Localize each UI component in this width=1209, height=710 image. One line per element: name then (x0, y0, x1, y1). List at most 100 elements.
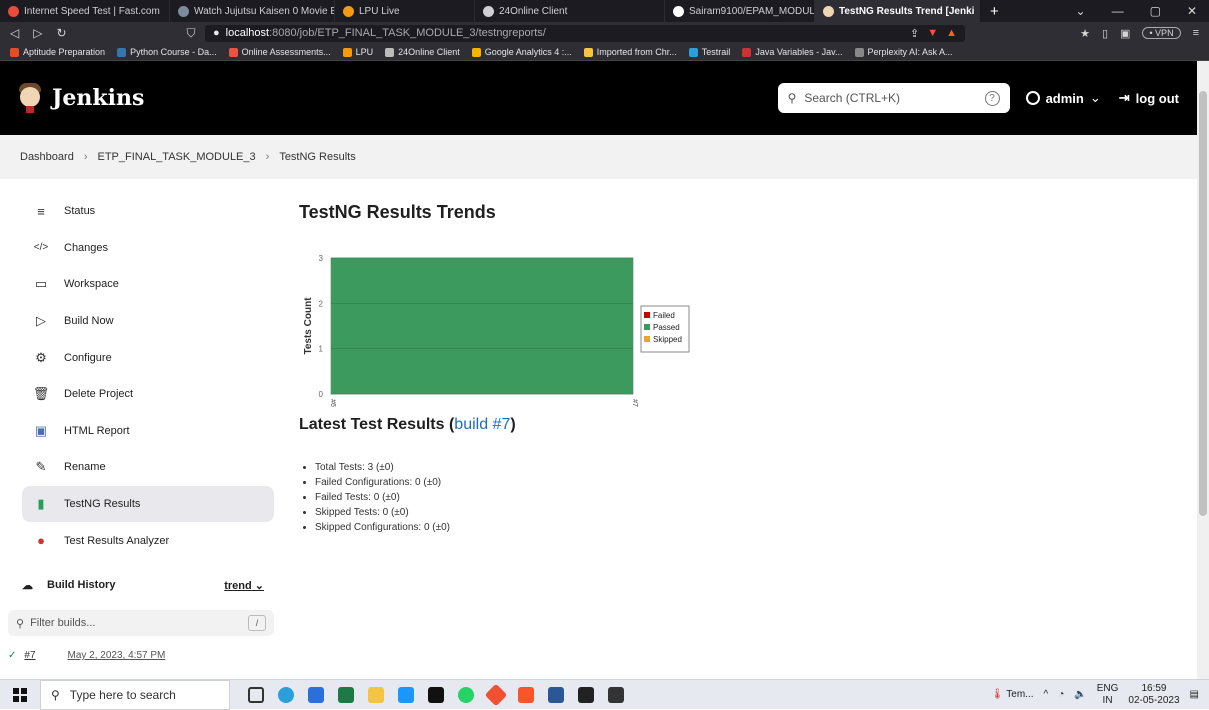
bookmark-icon[interactable]: ⛉ (187, 26, 196, 41)
tab-list-icon[interactable]: ⌄ (1076, 4, 1086, 18)
browser-tab[interactable]: Internet Speed Test | Fast.com (0, 0, 170, 22)
main-content: TestNG Results Trends 0 1 2 3 #6 #7 Tests Coun… (299, 202, 1179, 533)
bookmark-item[interactable]: Perplexity AI: Ask A... (854, 47, 953, 57)
excel-icon[interactable] (338, 686, 354, 703)
sidebar-icon[interactable]: ▯ (1102, 27, 1108, 40)
word-icon[interactable] (548, 686, 564, 703)
bookmark-item[interactable]: Testrail (688, 47, 731, 57)
sidebar-item-testng-results[interactable]: ▮ TestNG Results (22, 485, 274, 523)
language-indicator[interactable]: ENG IN (1097, 683, 1119, 707)
volume-icon[interactable]: 🔈 (1074, 689, 1086, 700)
rewards-icon[interactable]: ▲ (946, 27, 957, 40)
site-info-icon[interactable]: ● (213, 27, 220, 39)
trend-link[interactable]: trend ⌄ (224, 579, 264, 592)
reload-icon[interactable]: ↻ (56, 26, 66, 41)
bookmark-item[interactable]: 24Online Client (385, 47, 460, 57)
new-tab-button[interactable]: + (980, 0, 1009, 22)
address-toolbar: ◁ ▷ ↻ ⛉ ● localhost:8080/job/ETP_FINAL_T… (0, 22, 1209, 44)
testng-icon: ▮ (37, 496, 45, 512)
sidebar-item-build-now[interactable]: ▷ Build Now (22, 303, 274, 340)
whatsapp-icon[interactable] (458, 686, 474, 703)
tab-label: 24Online Client (499, 5, 568, 17)
bookmark-label: Testrail (701, 47, 731, 57)
intellij-icon[interactable] (578, 686, 594, 703)
browser-tab[interactable]: TestNG Results Trend [Jenki✕ (815, 0, 980, 22)
tab-favicon-icon (178, 5, 189, 17)
jenkins-logo[interactable]: Jenkins (18, 83, 144, 113)
maximize-icon[interactable]: ▢ (1150, 4, 1161, 18)
browser-tab[interactable]: Watch Jujutsu Kaisen 0 Movie En (170, 0, 335, 22)
close-window-icon[interactable]: ✕ (1187, 4, 1197, 18)
page-scrollbar[interactable] (1197, 61, 1209, 679)
tab-favicon-icon (8, 5, 19, 17)
extensions-icon[interactable]: ★ (1080, 27, 1090, 40)
back-icon[interactable]: ◁ (10, 26, 19, 41)
filter-builds-input[interactable]: ⚲ Filter builds... / (8, 610, 274, 636)
vpn-button[interactable]: • VPN (1142, 27, 1181, 39)
clock[interactable]: 16:59 02-05-2023 (1128, 683, 1179, 707)
browser-tab[interactable]: LPU Live (335, 0, 475, 22)
build-7-link[interactable]: build #7 (454, 416, 510, 433)
sidebar-item-delete-project[interactable]: 🗑 Delete Project (22, 376, 274, 413)
file-explorer-icon[interactable] (368, 686, 384, 703)
netflix-icon[interactable] (428, 686, 444, 703)
bookmark-favicon-icon (117, 47, 127, 57)
bookmark-item[interactable]: Java Variables - Jav... (742, 47, 843, 57)
bookmark-item[interactable]: Google Analytics 4 :... (471, 47, 572, 57)
search-box[interactable]: ⚲ Search (CTRL+K) ? (777, 83, 1010, 113)
sidebar-item-configure[interactable]: ⚙ Configure (22, 339, 274, 376)
browser-tab[interactable]: Sairam9100/EPAM_MODULE_2 (665, 0, 815, 22)
weather-widget[interactable]: 🌡 Tem... (991, 689, 1034, 700)
bookmark-item[interactable]: Online Assessments... (228, 47, 331, 57)
breadcrumb-separator-icon: › (265, 151, 270, 163)
breadcrumb-current[interactable]: TestNG Results (279, 151, 355, 163)
sidebar-item-workspace[interactable]: ▭ Workspace (22, 266, 274, 303)
bookmark-item[interactable]: Aptitude Preparation (10, 47, 105, 57)
search-input[interactable]: Search (CTRL+K) (804, 91, 900, 105)
menu-icon[interactable]: ≡ (1193, 27, 1199, 39)
breadcrumb-dashboard[interactable]: Dashboard (20, 151, 74, 163)
notifications-icon[interactable]: ▤ (1190, 689, 1199, 700)
summary-item: Skipped Configurations: 0 (±0) (315, 520, 450, 535)
share-icon[interactable]: ⇪ (910, 27, 919, 40)
tab-favicon-icon (823, 5, 834, 17)
sidebar-item-test-results-analyzer[interactable]: ● Test Results Analyzer (22, 522, 274, 559)
bookmark-item[interactable]: LPU (342, 47, 373, 57)
start-button[interactable] (0, 687, 40, 702)
url-path: :8080/job/ETP_FINAL_TASK_MODULE_3/testng… (269, 27, 546, 39)
breadcrumb-job[interactable]: ETP_FINAL_TASK_MODULE_3 (98, 151, 256, 163)
minimize-icon[interactable]: — (1112, 4, 1124, 18)
status-icon: ≡ (37, 203, 45, 219)
taskbar-search[interactable]: ⚲ Type here to search (40, 679, 230, 710)
brave-icon[interactable] (518, 686, 534, 703)
sidebar-item-label: Rename (64, 461, 106, 474)
url-field[interactable]: ● localhost:8080/job/ETP_FINAL_TASK_MODU… (205, 24, 965, 42)
trend-chart: 0 1 2 3 #6 #7 Tests Count Failed Passed Skipped (299, 246, 719, 416)
task-view-icon[interactable] (248, 686, 264, 703)
tray-overflow-icon[interactable]: ^ (1044, 689, 1049, 700)
forward-icon[interactable]: ▷ (33, 26, 42, 41)
user-menu[interactable]: admin ⌄ (1025, 90, 1101, 106)
sidebar-item-rename[interactable]: ✎ Rename (22, 449, 274, 486)
network-icon[interactable]: ◔ (1058, 689, 1064, 700)
build-date[interactable]: May 2, 2023, 4:57 PM (68, 650, 166, 661)
sidebar-item-html-report[interactable]: ▣ HTML Report (22, 413, 274, 450)
edge-icon[interactable] (278, 686, 294, 703)
terminal-icon[interactable] (608, 686, 624, 703)
logout-link[interactable]: ⇥ log out (1119, 90, 1179, 106)
help-icon[interactable]: ? (984, 90, 1000, 106)
store-icon[interactable] (308, 686, 324, 703)
sidebar-item-status[interactable]: ≡ Status (22, 193, 274, 230)
git-icon[interactable] (484, 683, 508, 706)
bookmark-item[interactable]: Python Course - Da... (117, 47, 217, 57)
browser-tab[interactable]: 24Online Client (475, 0, 665, 22)
wallet-icon[interactable]: ▣ (1120, 27, 1130, 40)
bookmark-favicon-icon (228, 47, 238, 57)
sidebar-item-changes[interactable]: </> Changes (22, 230, 274, 267)
bookmark-item[interactable]: Imported from Chr... (583, 47, 677, 57)
tab-label: Sairam9100/EPAM_MODULE_2 (689, 5, 815, 17)
shield-icon[interactable]: ▼ (927, 27, 938, 40)
legend-label: Failed (653, 311, 675, 320)
prime-video-icon[interactable] (398, 686, 414, 703)
build-link[interactable]: #7 (24, 650, 35, 661)
